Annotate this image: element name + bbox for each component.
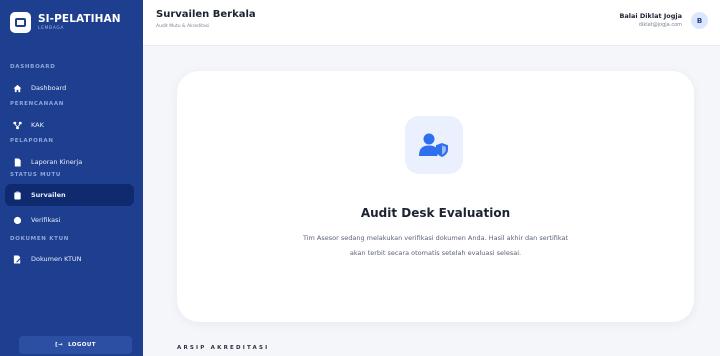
sidebar-item-label: Survailen [31,191,66,199]
user-name: Balai Diklat Jogja [619,12,682,20]
sidebar: SI-PELATIHAN LEMBAGA DASHBOARD Dashboard… [0,0,143,356]
brand-title: SI-PELATIHAN [38,13,121,25]
page-title: Survailen Berkala [156,9,256,20]
audit-status-card: Audit Desk Evaluation Tim Asesor sedang … [177,71,694,322]
brand[interactable]: SI-PELATIHAN LEMBAGA [10,12,121,33]
sidebar-item-label: Verifikasi [31,216,61,224]
avatar[interactable]: B [691,12,708,29]
file-pen-icon [13,254,22,264]
sidebar-item-verifikasi[interactable]: Verifikasi [10,211,134,229]
brand-logo-icon [10,12,31,33]
logout-button[interactable]: [→ LOGOUT [19,336,132,354]
logout-label: LOGOUT [68,342,96,348]
user-info[interactable]: Balai Diklat Jogja diklat@jogja.com [619,12,682,28]
home-icon [13,84,22,93]
sidebar-item-label: Dashboard [31,84,67,92]
sitemap-icon [13,121,22,130]
sidebar-item-label: KAK [31,121,44,129]
top-header: Survailen Berkala Audit Mutu & Akreditas… [143,0,720,46]
dot-icon [13,216,22,225]
user-email: diklat@jogja.com [638,22,682,28]
sidebar-item-laporan-kinerja[interactable]: Laporan Kinerja [10,153,134,171]
user-shield-icon [405,116,463,174]
sidebar-item-dokumen-ktun[interactable]: Dokumen KTUN [10,250,134,268]
breadcrumb: Audit Mutu & Akreditasi [156,24,210,29]
section-perencanaan: PERENCANAAN [10,101,65,107]
section-dashboard: DASHBOARD [10,64,56,70]
card-description: Tim Asesor sedang melakukan verifikasi d… [302,234,569,257]
document-icon [13,157,22,167]
logout-icon: [→ [55,342,64,348]
sidebar-item-label: Laporan Kinerja [31,158,83,166]
clipboard-icon [13,190,22,200]
brand-subtitle: LEMBAGA [38,26,65,31]
sidebar-item-dashboard[interactable]: Dashboard [10,79,134,97]
section-status-mutu: STATUS MUTU [10,172,62,178]
sidebar-item-kak[interactable]: KAK [10,116,134,134]
sidebar-item-label: Dokumen KTUN [31,255,82,263]
archive-heading: ARSIP AKREDITASI [177,345,270,351]
section-pelaporan: PELAPORAN [10,138,54,144]
section-dokumen-ktun: DOKUMEN KTUN [10,236,70,242]
sidebar-item-survailen[interactable]: Survailen [5,184,134,206]
card-title: Audit Desk Evaluation [360,206,511,220]
